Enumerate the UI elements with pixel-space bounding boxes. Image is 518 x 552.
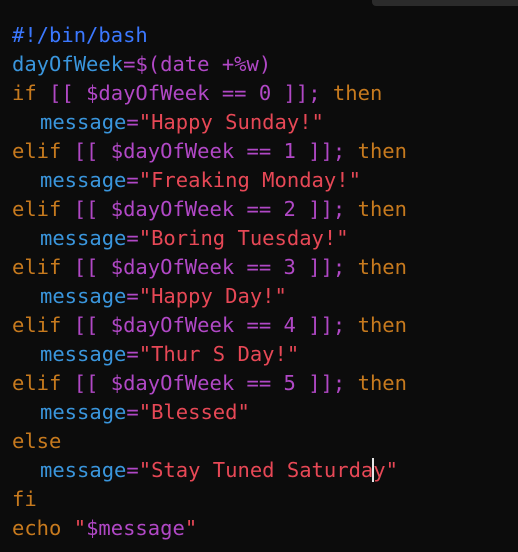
msg-var: message	[40, 400, 127, 424]
test-open: [[	[73, 255, 99, 279]
day-var-name: dayOfWeek	[12, 52, 124, 76]
msg-string: "Blessed"	[138, 400, 250, 424]
code-line-12: message="Thur S Day!"	[12, 340, 407, 369]
code-line-6: message="Freaking Monday!"	[12, 166, 407, 195]
assign-op: =	[126, 400, 139, 424]
msg-var: message	[40, 226, 127, 250]
test-close: ]];	[308, 255, 346, 279]
branch-num: 5	[283, 371, 296, 395]
test-close: ]];	[308, 371, 346, 395]
kw-fi: fi	[12, 487, 37, 511]
msg-string-after-caret: y"	[373, 458, 398, 482]
code-line-1: #!/bin/bash	[12, 21, 407, 50]
test-open: [[	[73, 197, 99, 221]
code-line-8: message="Boring Tuesday!"	[12, 224, 407, 253]
test-open: [[	[73, 371, 99, 395]
kw-then: then	[357, 255, 407, 279]
kw-then: then	[332, 81, 383, 105]
msg-string: "Freaking Monday!"	[138, 168, 361, 192]
day-ref: $dayOfWeek	[110, 255, 235, 279]
branch-num: 4	[283, 313, 296, 337]
echo-quote-close: "	[184, 516, 198, 540]
test-open: [[	[49, 81, 74, 105]
kw-elif: elif	[12, 313, 62, 337]
code-line-10: message="Happy Day!"	[12, 282, 407, 311]
assign-op: =	[126, 226, 139, 250]
eq-op: ==	[246, 313, 272, 337]
assign-op: =	[123, 52, 136, 76]
code-line-16: message="Stay Tuned Saturday"	[12, 456, 407, 485]
code-line-18: echo "$message"	[12, 514, 407, 543]
window-top-strip	[0, 0, 518, 8]
day-ref: $dayOfWeek	[86, 81, 210, 105]
day-ref: $dayOfWeek	[110, 313, 235, 337]
assign-op: =	[126, 110, 139, 134]
msg-string: "Happy Sunday!"	[138, 110, 324, 134]
branch-num: 3	[283, 255, 296, 279]
echo-quote-open: "	[73, 516, 87, 540]
shebang: #!/bin/bash	[12, 23, 148, 47]
msg-string: "Boring Tuesday!"	[138, 226, 349, 250]
kw-elif: elif	[12, 371, 62, 395]
msg-var: message	[40, 342, 127, 366]
terminal-editor[interactable]: #!/bin/bash dayOfWeek=$(date +%w) if [[ $d…	[0, 0, 518, 552]
kw-then: then	[357, 313, 407, 337]
code-line-3: if [[ $dayOfWeek == 0 ]]; then	[12, 79, 407, 108]
echo-command: echo	[12, 516, 62, 540]
code-line-2: dayOfWeek=$(date +%w)	[12, 50, 407, 79]
branch-num: 2	[283, 197, 296, 221]
code-line-14: message="Blessed"	[12, 398, 407, 427]
eq-op: ==	[246, 139, 272, 163]
test-close: ]];	[308, 197, 346, 221]
code-line-11: elif [[ $dayOfWeek == 4 ]]; then	[12, 311, 407, 340]
day-ref: $dayOfWeek	[110, 139, 235, 163]
eq-op: ==	[246, 255, 272, 279]
msg-string: "Happy Day!"	[138, 284, 287, 308]
test-close: ]];	[308, 139, 346, 163]
code-line-5: elif [[ $dayOfWeek == 1 ]]; then	[12, 137, 407, 166]
test-close: ]];	[283, 81, 321, 105]
code-line-17: fi	[12, 485, 407, 514]
msg-var: message	[40, 110, 127, 134]
assign-op: =	[126, 284, 139, 308]
day-ref: $dayOfWeek	[110, 371, 235, 395]
day-ref: $dayOfWeek	[110, 197, 235, 221]
branch-num: 1	[283, 139, 296, 163]
kw-elif: elif	[12, 197, 62, 221]
test-open: [[	[73, 313, 99, 337]
assign-op: =	[126, 168, 139, 192]
test-open: [[	[73, 139, 99, 163]
eq-op: ==	[246, 371, 272, 395]
code-line-9: elif [[ $dayOfWeek == 3 ]]; then	[12, 253, 407, 282]
msg-var: message	[40, 168, 127, 192]
branch-num: 0	[258, 81, 272, 105]
code-line-13: elif [[ $dayOfWeek == 5 ]]; then	[12, 369, 407, 398]
echo-arg: $message	[86, 516, 185, 540]
code-line-4: message="Happy Sunday!"	[12, 108, 407, 137]
code-line-15: else	[12, 427, 407, 456]
msg-string-before-caret: "Stay Tuned Saturda	[138, 458, 374, 482]
kw-elif: elif	[12, 139, 62, 163]
test-close: ]];	[308, 313, 346, 337]
kw-then: then	[357, 371, 407, 395]
eq-op: ==	[221, 81, 247, 105]
code-line-7: elif [[ $dayOfWeek == 2 ]]; then	[12, 195, 407, 224]
kw-elif: elif	[12, 255, 62, 279]
msg-var: message	[40, 458, 127, 482]
tab-edge	[372, 0, 518, 6]
msg-var: message	[40, 284, 127, 308]
code-area[interactable]: #!/bin/bash dayOfWeek=$(date +%w) if [[ $d…	[12, 21, 407, 543]
kw-else: else	[12, 429, 62, 453]
msg-string: "Thur S Day!"	[138, 342, 300, 366]
kw-then: then	[357, 139, 407, 163]
date-command: $(date +%w)	[135, 52, 272, 76]
kw-then: then	[357, 197, 407, 221]
assign-op: =	[126, 458, 139, 482]
kw-if: if	[12, 81, 37, 105]
eq-op: ==	[246, 197, 272, 221]
assign-op: =	[126, 342, 139, 366]
